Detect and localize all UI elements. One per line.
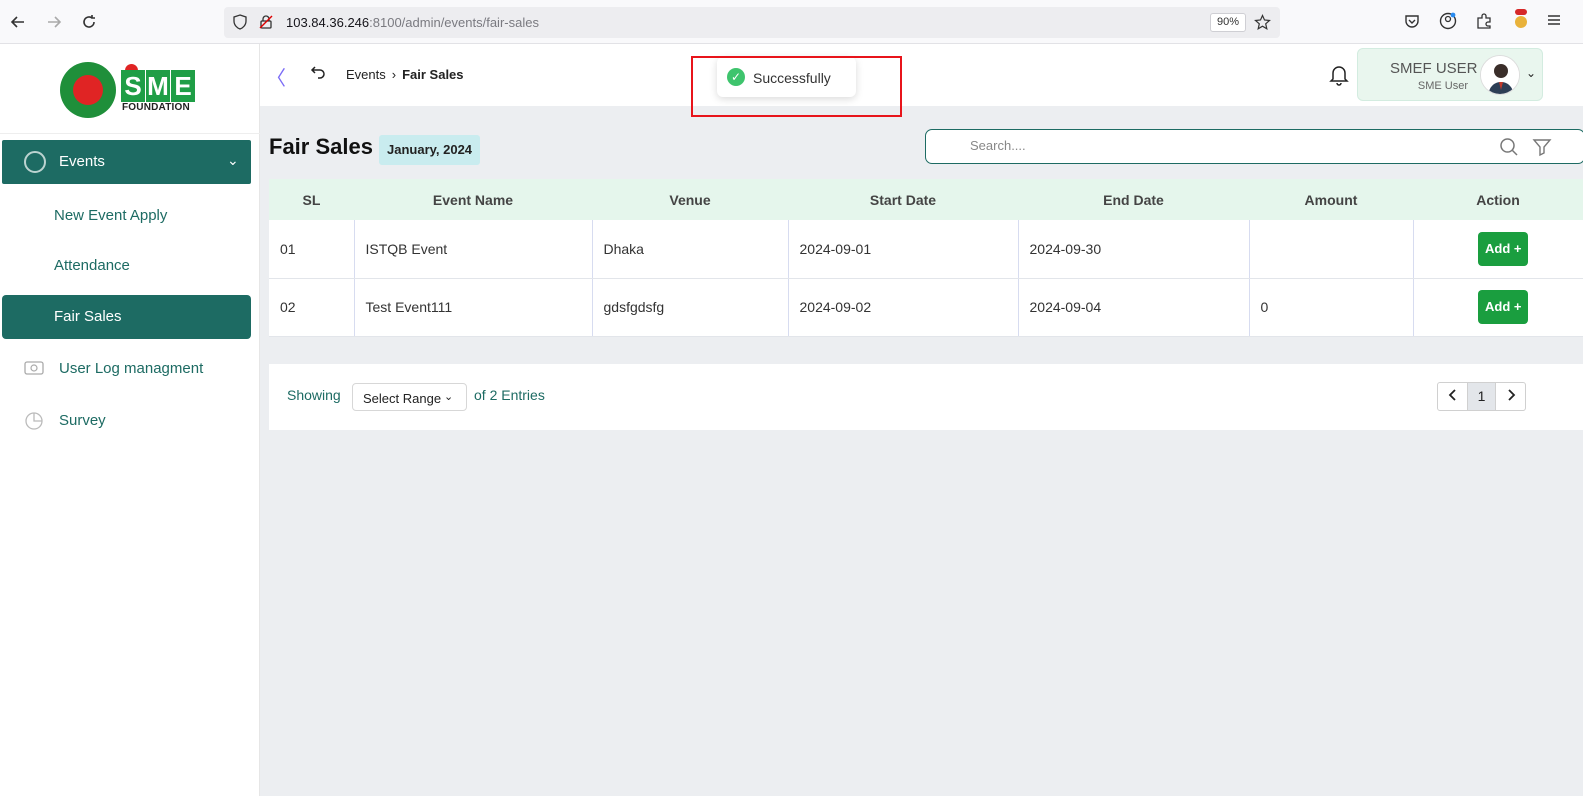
logo-area[interactable]: S M E FOUNDATION xyxy=(0,44,260,134)
back-arrow-icon[interactable] xyxy=(8,12,28,32)
breadcrumb-current: Fair Sales xyxy=(402,67,464,82)
sidebar-item-events[interactable]: Events ⌄ xyxy=(2,140,251,184)
browser-toolbar: 103.84.36.246:8100/admin/events/fair-sal… xyxy=(0,0,1583,44)
cell-action: Add + xyxy=(1413,220,1583,279)
url-path: :8100/admin/events/fair-sales xyxy=(369,15,539,30)
logo-subtitle: FOUNDATION xyxy=(122,102,190,113)
showing-label: Showing xyxy=(287,387,341,403)
prev-page-button[interactable] xyxy=(1438,383,1467,410)
column-header-event-name: Event Name xyxy=(354,179,592,220)
search-box xyxy=(925,129,1583,164)
column-header-action: Action xyxy=(1413,179,1583,220)
extension-badge-icon[interactable] xyxy=(1511,8,1531,35)
cell-start-date: 2024-09-01 xyxy=(788,220,1019,279)
column-header-sl: SL xyxy=(269,179,354,220)
reload-icon[interactable] xyxy=(79,12,99,32)
sidebar-subitem-new-event-apply[interactable]: New Event Apply xyxy=(54,207,167,224)
chevron-right-icon: › xyxy=(391,67,397,82)
logo-letter-e: E xyxy=(171,70,195,102)
sidebar-item-label: User Log managment xyxy=(59,360,204,377)
government-emblem-icon xyxy=(60,62,116,118)
breadcrumb-parent[interactable]: Events xyxy=(346,67,386,82)
user-role: SME User xyxy=(1417,80,1468,92)
extensions-icon[interactable] xyxy=(1475,12,1493,35)
chevron-down-icon: ⌄ xyxy=(227,152,239,168)
sidebar-subitem-attendance[interactable]: Attendance xyxy=(54,257,130,274)
highlight-annotation xyxy=(691,56,902,117)
range-select[interactable]: Select Range ⌄ xyxy=(352,383,467,411)
cell-amount: 0 xyxy=(1249,278,1414,337)
lock-icon xyxy=(24,151,46,173)
log-icon xyxy=(24,359,44,377)
page-title: Fair Sales xyxy=(269,134,373,159)
search-icon[interactable] xyxy=(1499,137,1519,162)
address-bar[interactable]: 103.84.36.246:8100/admin/events/fair-sal… xyxy=(224,7,1280,38)
zoom-level[interactable]: 90% xyxy=(1210,13,1247,32)
next-page-button[interactable] xyxy=(1496,383,1525,410)
sidebar-subitem-label: Fair Sales xyxy=(54,308,122,325)
range-select-value: Select Range xyxy=(363,391,442,406)
cell-event-name: Test Event111 xyxy=(354,278,593,337)
fair-sales-table: SL Event Name Venue Start Date End Date … xyxy=(269,179,1583,337)
main-content: Fair Sales January, 2024 SL Event Name V… xyxy=(260,106,1583,796)
pie-chart-icon xyxy=(24,411,44,430)
column-header-end-date: End Date xyxy=(1018,179,1249,220)
insecure-lock-icon xyxy=(258,14,274,35)
avatar xyxy=(1480,55,1520,95)
sidebar: S M E FOUNDATION Events ⌄ New Event Appl… xyxy=(0,44,260,796)
shield-icon xyxy=(232,14,248,35)
logo-letter-s: S xyxy=(121,70,145,102)
chevron-down-icon: ⌄ xyxy=(444,391,454,403)
logo-letter-m: M xyxy=(146,70,170,102)
cell-start-date: 2024-09-02 xyxy=(788,278,1019,337)
chevron-down-icon: ⌄ xyxy=(1526,66,1537,80)
cell-action: Add + xyxy=(1413,278,1583,337)
pagination-panel: Showing Select Range ⌄ of 2 Entries 1 xyxy=(269,364,1583,430)
table-row: 02 Test Event111 gdsfgdsfg 2024-09-02 20… xyxy=(269,278,1583,337)
sme-logo: S M E xyxy=(121,70,195,102)
cell-end-date: 2024-09-04 xyxy=(1018,278,1250,337)
topbar: 〈 Events › Fair Sales SMEF USER SME User… xyxy=(260,44,1583,106)
column-header-start-date: Start Date xyxy=(788,179,1018,220)
add-button[interactable]: Add + xyxy=(1478,231,1529,266)
sidebar-item-user-log[interactable]: User Log managment xyxy=(0,354,260,384)
entries-count: of 2 Entries xyxy=(474,387,545,403)
account-icon[interactable] xyxy=(1439,12,1457,35)
sidebar-item-survey[interactable]: Survey xyxy=(0,406,260,436)
date-badge: January, 2024 xyxy=(379,135,481,165)
add-button[interactable]: Add + xyxy=(1478,290,1529,324)
table-row: 01 ISTQB Event Dhaka 2024-09-01 2024-09-… xyxy=(269,220,1583,279)
cell-venue: gdsfgdsfg xyxy=(592,278,789,337)
bell-icon[interactable] xyxy=(1329,64,1349,91)
undo-back-icon[interactable] xyxy=(310,64,326,85)
collapse-sidebar-icon[interactable]: 〈 xyxy=(266,62,286,91)
cell-sl: 02 xyxy=(269,278,355,337)
cell-sl: 01 xyxy=(269,220,355,279)
table-header-row: SL Event Name Venue Start Date End Date … xyxy=(269,179,1583,220)
filter-icon[interactable] xyxy=(1532,137,1552,162)
cell-end-date: 2024-09-30 xyxy=(1018,220,1250,279)
cell-venue: Dhaka xyxy=(592,220,789,279)
column-header-amount: Amount xyxy=(1249,179,1413,220)
user-profile-menu[interactable]: SMEF USER SME User ⌄ xyxy=(1357,48,1543,101)
url-text: 103.84.36.246:8100/admin/events/fair-sal… xyxy=(286,15,539,30)
breadcrumb: Events › Fair Sales xyxy=(346,67,464,82)
user-name: SMEF USER xyxy=(1390,60,1478,77)
column-header-venue: Venue xyxy=(592,179,788,220)
pager: 1 xyxy=(1437,382,1526,411)
cell-amount xyxy=(1249,220,1414,279)
menu-hamburger-icon[interactable] xyxy=(1546,12,1562,33)
bookmark-star-icon[interactable] xyxy=(1254,14,1271,36)
forward-arrow-icon[interactable] xyxy=(44,12,64,32)
pocket-icon[interactable] xyxy=(1403,12,1421,35)
sidebar-item-label: Survey xyxy=(59,412,106,429)
url-host: 103.84.36.246 xyxy=(286,15,370,30)
search-input[interactable] xyxy=(970,138,1470,153)
sidebar-subitem-fair-sales[interactable]: Fair Sales xyxy=(2,295,251,339)
cell-event-name: ISTQB Event xyxy=(354,220,593,279)
page-number-button[interactable]: 1 xyxy=(1467,383,1496,410)
sidebar-item-label: Events xyxy=(59,153,105,170)
